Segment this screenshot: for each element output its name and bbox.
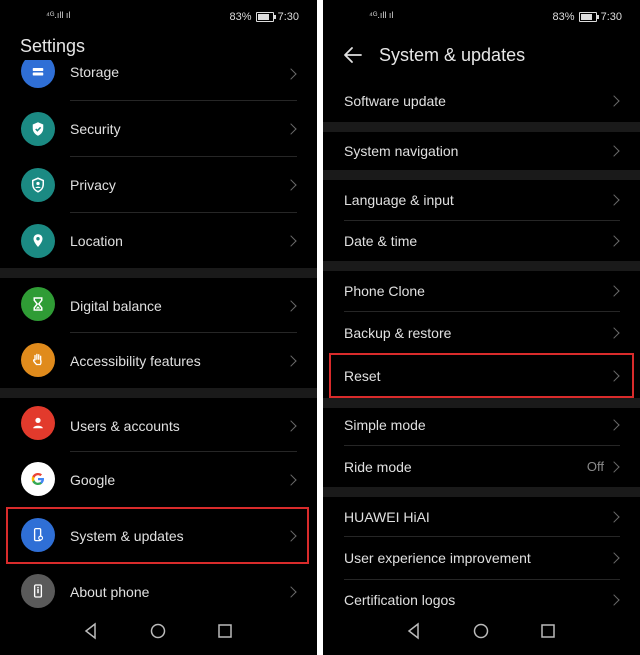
menu-item-label: Certification logos [344,592,456,608]
chevron-right-icon [285,122,297,135]
settings-item-location[interactable]: Location [0,213,317,268]
settings-item-label: Security [70,120,121,137]
settings-item-label: About phone [70,583,150,600]
menu-item-huawei-hiai[interactable]: HUAWEI HiAI [323,497,640,536]
menu-item-label: Backup & restore [344,325,452,341]
menu-item-simple-mode[interactable]: Simple mode [323,405,640,445]
settings-item-label: Storage [70,64,120,80]
ride-mode-status: Off [586,459,604,474]
menu-item-label: User experience improvement [344,550,531,566]
back-triangle-icon[interactable] [404,621,424,641]
settings-item-label: Location [70,232,123,249]
user-icon [21,406,55,440]
menu-item-label: HUAWEI HiAI [344,508,430,525]
menu-item-user-experience[interactable]: User experience improvement [323,537,640,579]
hand-icon [21,343,55,377]
menu-item-label: System navigation [344,143,459,159]
menu-item-date-time[interactable]: Date & time [323,221,640,261]
settings-item-label: Digital balance [70,297,162,314]
back-triangle-icon[interactable] [81,621,101,641]
menu-item-phone-clone[interactable]: Phone Clone [323,271,640,311]
system-updates-screen: ⁴ᴳ.ıll ıl 83% 7:30 System & updates Soft… [323,0,640,655]
chevron-right-icon [608,285,620,297]
settings-item-label: Accessibility features [70,352,201,369]
menu-item-label: Date & time [344,233,418,249]
settings-item-label: Privacy [70,176,116,193]
location-pin-icon [21,224,55,258]
info-icon [21,574,55,608]
navigation-bar [323,621,640,645]
chevron-right-icon [608,95,620,107]
section-separator [323,261,640,271]
storage-icon [21,60,55,88]
settings-item-google[interactable]: Google [0,452,317,507]
section-separator [0,388,317,398]
settings-item-about-phone[interactable]: About phone [0,564,317,619]
menu-item-label: Language & input [344,192,454,208]
section-separator [323,170,640,180]
home-circle-icon[interactable] [148,621,168,641]
navigation-bar [0,621,317,645]
chevron-right-icon [608,419,620,431]
chevron-right-icon [285,178,297,191]
settings-item-storage[interactable]: Storage [0,60,317,88]
highlight-box [329,353,634,398]
settings-item-label: Users & accounts [70,417,180,434]
chevron-right-icon [608,594,620,606]
google-icon [21,462,55,496]
menu-item-label: Phone Clone [344,283,425,299]
home-circle-icon[interactable] [471,621,491,641]
settings-item-security[interactable]: Security [0,101,317,156]
settings-screen: ⁴ᴳ.ıll ıl 83% 7:30 Settings Storage Secu… [0,0,317,655]
settings-item-accessibility[interactable]: Accessibility features [0,333,317,388]
menu-item-software-update[interactable]: Software update [323,80,640,122]
chevron-right-icon [285,234,297,247]
menu-item-backup-restore[interactable]: Backup & restore [323,312,640,354]
menu-item-system-navigation[interactable]: System navigation [323,132,640,170]
section-separator [323,122,640,132]
privacy-icon [21,168,55,202]
settings-item-digital-balance[interactable]: Digital balance [0,278,317,333]
menu-item-label: Software update [344,93,446,109]
menu-item-label: Simple mode [344,417,426,433]
chevron-right-icon [608,145,620,157]
chevron-right-icon [608,235,620,247]
chevron-right-icon [285,68,297,80]
chevron-right-icon [285,299,297,312]
chevron-right-icon [608,460,620,473]
section-separator [323,487,640,497]
menu-item-language-input[interactable]: Language & input [323,180,640,220]
chevron-right-icon [608,552,620,564]
hourglass-icon [21,287,55,321]
recents-square-icon[interactable] [538,621,558,641]
chevron-right-icon [285,585,297,598]
shield-icon [21,112,55,146]
recents-square-icon[interactable] [215,621,235,641]
chevron-right-icon [608,510,620,523]
chevron-right-icon [608,327,620,339]
menu-item-label: Ride mode [344,458,412,475]
settings-item-label: Google [70,471,116,488]
chevron-right-icon [285,473,297,486]
chevron-right-icon [285,354,297,367]
settings-item-privacy[interactable]: Privacy [0,157,317,212]
highlight-box [6,507,309,564]
chevron-right-icon [285,419,297,432]
section-separator [0,268,317,278]
system-updates-list: Software update System navigation Langua… [323,0,640,655]
menu-item-certification-logos[interactable]: Certification logos [323,580,640,620]
settings-item-users-accounts[interactable]: Users & accounts [0,398,317,453]
chevron-right-icon [608,194,620,206]
menu-item-ride-mode[interactable]: Ride mode Off [323,446,640,487]
